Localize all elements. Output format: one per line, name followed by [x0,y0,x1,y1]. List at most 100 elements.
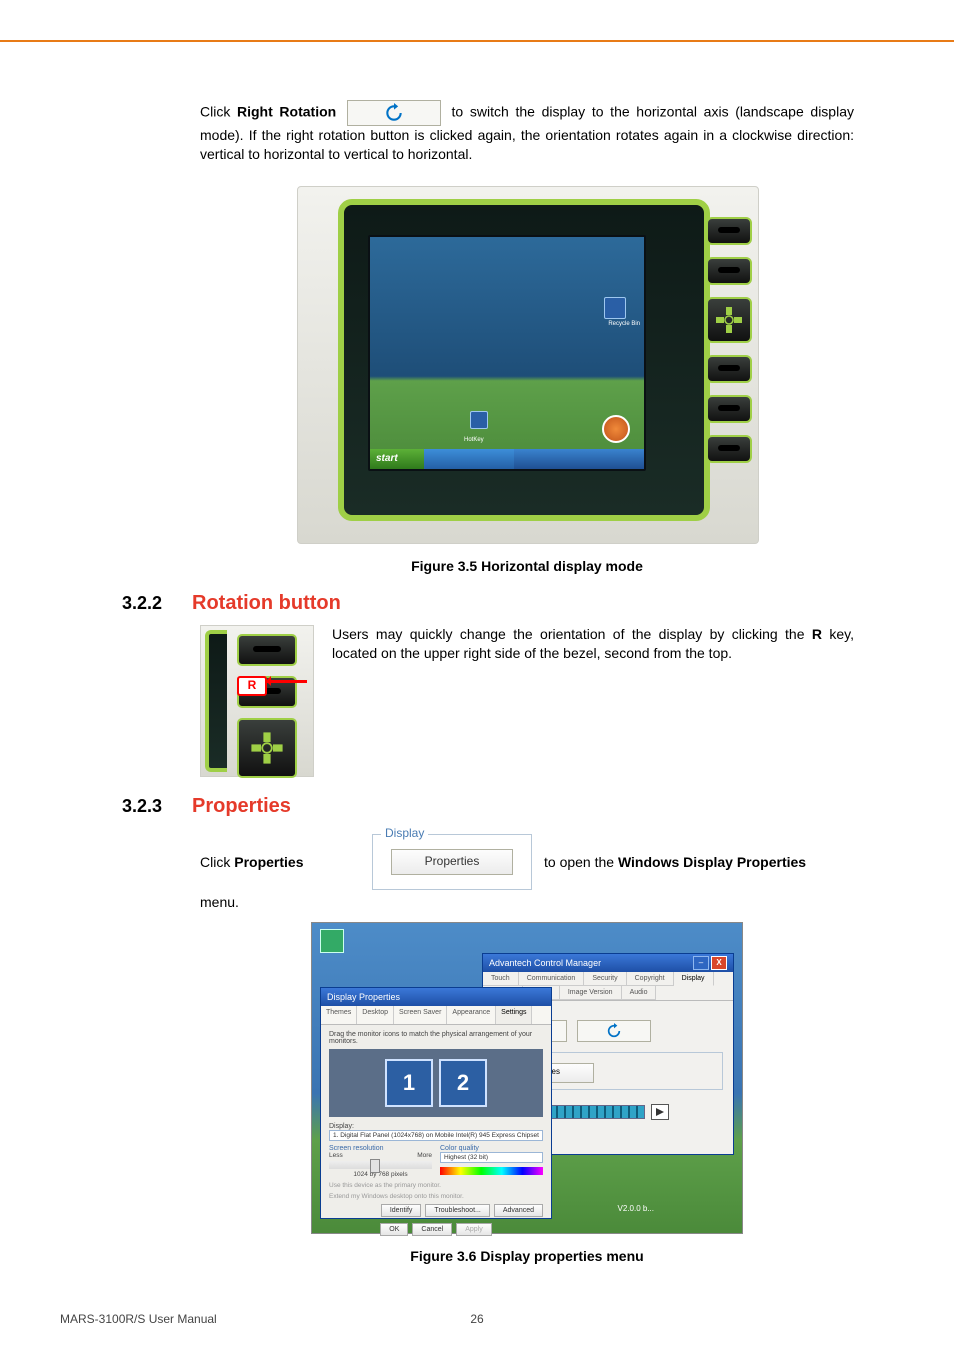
props-click: Click [200,854,234,870]
section-title-rotation-button: Rotation button [192,592,341,615]
figure-3-6-screenshot: Advantech Control Manager – X Touch Comm… [311,922,743,1234]
dp-monitor-2[interactable]: 2 [439,1059,487,1107]
rotation-text-prefix: Users may quickly change the orientation… [332,626,812,642]
dp-screen-res-label: Screen resolution [329,1145,432,1152]
windows-display-properties-bold: Windows Display Properties [618,854,806,870]
dp-tab-settings[interactable]: Settings [496,1006,532,1024]
bezel-edge [205,630,227,772]
play-icon [656,1108,664,1116]
acm-title-text: Advantech Control Manager [489,954,601,972]
dp-btn-cancel[interactable]: Cancel [412,1223,452,1236]
props-right-text: to open the Windows Display Properties [544,854,854,870]
dp-monitor-1[interactable]: 1 [385,1059,433,1107]
display-legend: Display [381,826,428,840]
minimize-icon[interactable]: – [693,956,709,970]
dp-color-quality-select[interactable]: Highest (32 bit) [440,1152,543,1163]
section-3-2-3-heading: 3.2.3 Properties [122,795,854,818]
properties-button[interactable]: Properties [391,849,513,875]
footer-page-number: 26 [60,1312,894,1326]
props-open-text: to open the [544,854,618,870]
recycle-bin-icon[interactable] [604,297,626,319]
acm-rotate-right-button[interactable] [577,1020,651,1042]
rotate-right-icon-2 [606,1023,622,1039]
start-button[interactable]: start [370,449,424,469]
acm-tab-communication[interactable]: Communication [519,972,585,986]
dp-more: More [417,1152,432,1159]
acm-tab-security[interactable]: Security [584,972,626,986]
dp-btn-identify[interactable]: Identify [381,1204,422,1217]
props-left-text: Click Properties [200,854,360,870]
intro-paragraph: Click Right Rotation to switch the displ… [200,100,854,164]
bezel-dpad[interactable] [706,297,752,343]
taskbar: start [370,449,644,469]
color-bar [440,1167,543,1175]
props-properties-bold: Properties [234,854,303,870]
dp-chk-primary[interactable]: Use this device as the primary monitor. [329,1182,543,1189]
section-title-properties: Properties [192,795,291,818]
dp-res-value: 1024 by 768 pixels [329,1171,432,1178]
device-body: Recycle Bin HotKey start [338,199,710,521]
hotkey-icon[interactable] [470,411,488,429]
red-arrow [267,680,307,683]
rotation-r-bold: R [812,626,822,642]
page-footer: MARS-3100R/S User Manual 26 [60,1312,894,1326]
version-label: V2.0.0 b... [618,1204,654,1213]
right-rotation-button-inline[interactable] [347,100,441,126]
section-number-3-2-3: 3.2.3 [122,796,192,817]
dp-btn-apply[interactable]: Apply [456,1223,492,1236]
dpad-icon [714,305,744,335]
display-groupbox: Display Properties [372,834,532,890]
rotation-button-closeup: R [200,625,314,777]
bezel-button-4[interactable] [706,395,752,423]
dp-tab-appearance[interactable]: Appearance [447,1006,496,1024]
close-icon[interactable]: X [711,956,727,970]
dp-display-select[interactable]: 1. Digital Flat Panel (1024x768) on Mobi… [329,1130,543,1141]
device-photo-frame: Recycle Bin HotKey start [297,186,759,544]
intro-click: Click [200,104,237,120]
bezel-dpad-small[interactable] [237,718,297,778]
right-rotation-label: Right Rotation [237,104,336,120]
dp-btn-advanced[interactable]: Advanced [494,1204,543,1217]
shield-icon[interactable] [602,415,630,443]
device-screen: Recycle Bin HotKey start [368,235,646,471]
dp-chk-extend[interactable]: Extend my Windows desktop onto this moni… [329,1193,543,1200]
acm-tab-display[interactable]: Display [674,972,714,986]
acm-tab-copyright[interactable]: Copyright [627,972,674,986]
hotkey-label: HotKey [464,437,484,443]
system-tray[interactable] [514,449,644,469]
figure-3-5-caption: Figure 3.5 Horizontal display mode [200,558,854,574]
bezel-button-top[interactable] [237,634,297,666]
dp-tab-desktop[interactable]: Desktop [357,1006,394,1024]
section-3-2-2-heading: 3.2.2 Rotation button [122,592,854,615]
brightness-play-button[interactable] [651,1104,669,1120]
header-rule [0,40,954,42]
figure-3-6-caption: Figure 3.6 Display properties menu [200,1248,854,1264]
acm-tab-touch[interactable]: Touch [483,972,519,986]
dp-monitor-arrangement[interactable]: 1 2 [329,1049,543,1117]
recycle-bin-label: Recycle Bin [608,321,640,327]
desktop-icon[interactable] [320,929,344,953]
props-menu-word: menu. [200,894,854,910]
dp-display-label: Display: [329,1123,543,1130]
dp-drag-text: Drag the monitor icons to match the phys… [329,1031,543,1045]
dp-tab-screensaver[interactable]: Screen Saver [394,1006,447,1024]
dpad-icon-small [249,730,285,766]
section-number-3-2-2: 3.2.2 [122,593,192,614]
dp-tab-themes[interactable]: Themes [321,1006,357,1024]
bezel-button-1[interactable] [706,217,752,245]
dp-resolution-slider[interactable] [329,1161,432,1169]
dp-btn-troubleshoot[interactable]: Troubleshoot... [425,1204,489,1217]
figure-3-5: Recycle Bin HotKey start [297,186,757,544]
bezel-button-5[interactable] [706,435,752,463]
display-properties-window: Display Properties Themes Desktop Screen… [320,987,552,1219]
rotation-button-paragraph: Users may quickly change the orientation… [332,625,854,777]
bezel-button-3[interactable] [706,355,752,383]
acm-titlebar: Advantech Control Manager – X [483,954,733,972]
acm-tab-audio[interactable]: Audio [622,986,657,1000]
dp-color-quality-label: Color quality [440,1145,543,1152]
dp-titlebar: Display Properties [321,988,551,1006]
bezel-button-2[interactable] [706,257,752,285]
acm-tab-image-version[interactable]: Image Version [560,986,622,1000]
dp-btn-ok[interactable]: OK [380,1223,408,1236]
dp-tabs[interactable]: Themes Desktop Screen Saver Appearance S… [321,1006,551,1025]
